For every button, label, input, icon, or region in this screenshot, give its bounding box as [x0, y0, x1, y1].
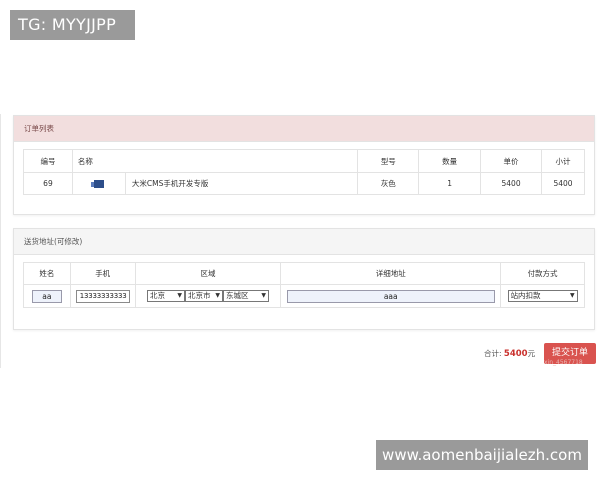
chevron-down-icon: ▼	[569, 292, 575, 299]
product-name-link[interactable]: 大米CMS手机开发专版	[126, 178, 208, 189]
city-select[interactable]: 北京市 ▼	[184, 290, 223, 302]
order-qty: 1	[418, 172, 482, 195]
col-qty: 数量	[418, 149, 482, 173]
total-currency: 元	[527, 349, 536, 358]
total-amount: 5400	[503, 349, 528, 359]
detail-address-input[interactable]: aaa	[286, 289, 495, 303]
chevron-down-icon: ▼	[261, 292, 266, 299]
shipping-address-title: 送货地址(可修改)	[14, 229, 594, 255]
col-model: 型号	[357, 149, 420, 173]
col-id: 编号	[23, 149, 73, 173]
district-select[interactable]: 东城区 ▼	[222, 290, 269, 302]
watermark-top: TG: MYYJJPP	[10, 10, 135, 40]
col-price: 单价	[480, 149, 542, 173]
watermark-bottom: www.aomenbaijialezh.com	[376, 440, 588, 470]
chevron-down-icon: ▼	[215, 292, 220, 299]
payment-method-value: 站内扣款	[510, 291, 541, 300]
product-thumbnail[interactable]	[73, 173, 126, 194]
city-value: 北京市	[187, 291, 211, 300]
table-row: 69 大米CMS手机开发专版 灰色 1 5400 5400	[23, 172, 585, 195]
order-table-header: 编号 名称 型号 数量 单价 小计	[23, 149, 585, 173]
order-id: 69	[23, 172, 73, 195]
order-model: 灰色	[357, 172, 420, 195]
shipping-address-panel: 送货地址(可修改) 姓名 手机 区域 详细地址 付款方式 aa 13333333…	[13, 228, 595, 330]
col-name: 名称	[71, 149, 359, 173]
left-divider	[0, 114, 1, 368]
col-phone: 手机	[69, 262, 136, 285]
address-table-header: 姓名 手机 区域 详细地址 付款方式	[23, 262, 585, 285]
order-subtotal: 5400	[541, 172, 585, 195]
order-price: 5400	[480, 172, 542, 195]
product-image-icon	[90, 179, 104, 188]
faint-overlay-text: xin_4567718	[544, 359, 583, 366]
total-label: 合计:	[484, 349, 502, 358]
order-total: 合计: 5400元	[484, 348, 535, 359]
district-value: 东城区	[225, 291, 249, 300]
address-input-row: aa 13333333333 北京 ▼ 北京市 ▼ 东城区 ▼ aaa 站内扣款…	[23, 284, 585, 308]
col-subtotal: 小计	[541, 149, 585, 173]
col-region: 区域	[134, 262, 282, 285]
order-list-title: 订单列表	[14, 116, 594, 142]
province-value: 北京	[149, 291, 165, 300]
col-payment: 付款方式	[500, 262, 585, 285]
col-detail-address: 详细地址	[280, 262, 502, 285]
order-list-panel: 订单列表 编号 名称 型号 数量 单价 小计 69 大米CMS手机开发专版 灰色…	[13, 115, 595, 215]
col-receiver-name: 姓名	[23, 262, 71, 285]
phone-input[interactable]: 13333333333	[75, 289, 130, 303]
payment-method-select[interactable]: 站内扣款 ▼	[507, 290, 578, 302]
order-table: 编号 名称 型号 数量 单价 小计 69 大米CMS手机开发专版 灰色 1 54…	[23, 149, 585, 195]
province-select[interactable]: 北京 ▼	[146, 290, 185, 302]
receiver-name-input[interactable]: aa	[31, 289, 62, 303]
address-table: 姓名 手机 区域 详细地址 付款方式 aa 13333333333 北京 ▼ 北…	[23, 262, 585, 308]
chevron-down-icon: ▼	[177, 292, 182, 299]
